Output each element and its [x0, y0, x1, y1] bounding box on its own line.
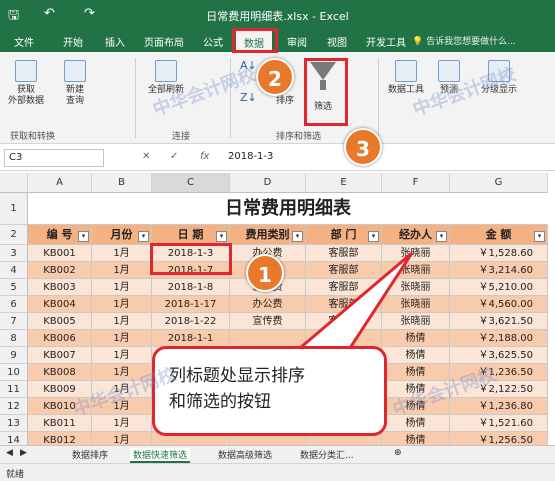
- step-badge-3: 3: [344, 128, 382, 166]
- callout-arrow: [295, 251, 414, 350]
- step-badge-2: 2: [256, 58, 294, 96]
- step-badge-1: 1: [246, 254, 284, 292]
- callout-box: 列标题处显示排序 和筛选的按钮: [152, 346, 387, 436]
- callout-text: 列标题处显示排序 和筛选的按钮: [169, 366, 305, 412]
